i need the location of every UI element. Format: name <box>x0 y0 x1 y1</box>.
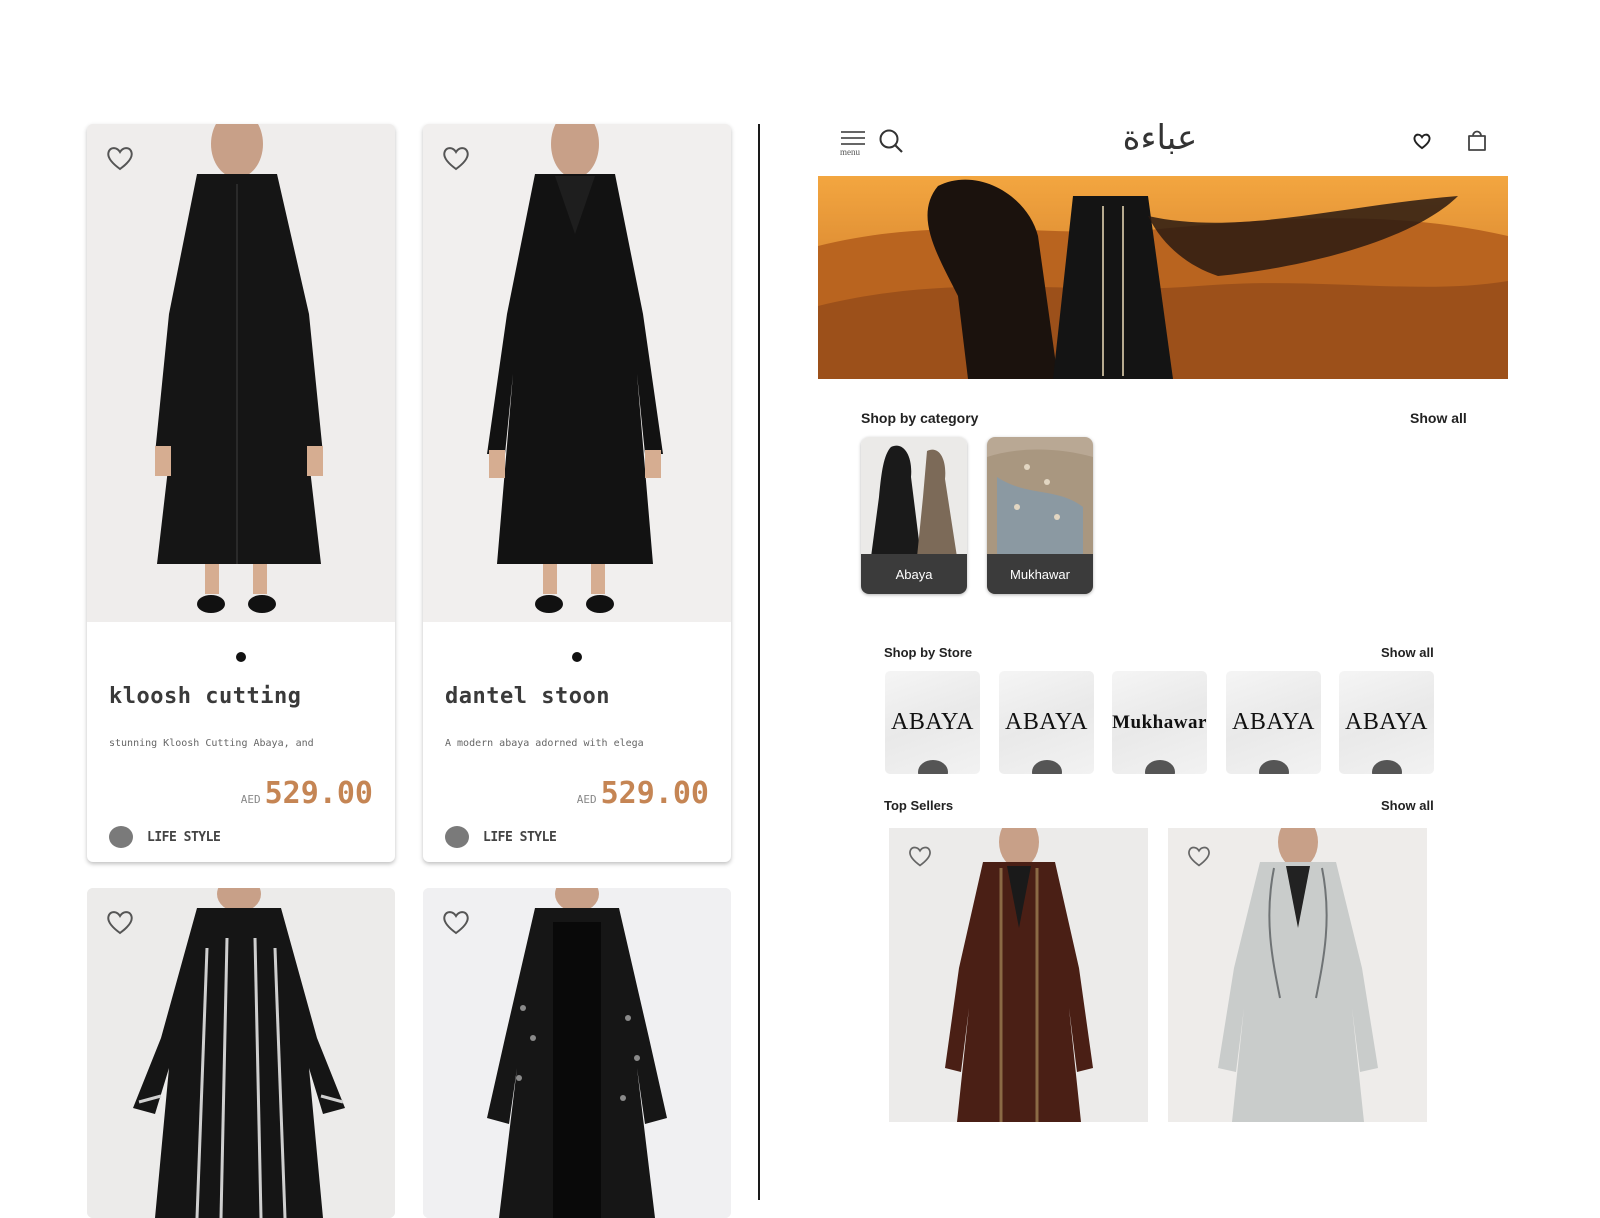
search-icon[interactable] <box>878 128 904 154</box>
store-tile-label: Mukhawar <box>1112 711 1207 733</box>
store-badge <box>1371 760 1402 774</box>
product-image[interactable] <box>87 888 395 1218</box>
store-name: LIFE STYLE <box>147 829 221 845</box>
hamburger-icon <box>841 131 865 145</box>
store-badge <box>1144 760 1175 774</box>
product-description: A modern abaya adorned with elega <box>445 738 644 749</box>
heart-icon[interactable] <box>441 908 471 936</box>
abaya-photo <box>423 888 731 1218</box>
currency: AED <box>576 793 597 806</box>
product-image[interactable] <box>423 888 731 1218</box>
shopping-bag-icon[interactable] <box>1466 128 1488 152</box>
store-tile[interactable]: Mukhawar <box>1112 671 1207 774</box>
heart-icon[interactable] <box>441 144 471 172</box>
abaya-photo <box>87 888 395 1218</box>
abaya-photo <box>87 124 395 622</box>
product-card[interactable] <box>87 888 395 1218</box>
store-tile-label: ABAYA <box>1345 709 1428 735</box>
heart-icon[interactable] <box>105 144 135 172</box>
show-all-categories[interactable]: Show all <box>1410 410 1467 426</box>
top-seller-card[interactable] <box>1168 828 1427 1122</box>
top-seller-image <box>1168 828 1427 1122</box>
product-card[interactable]: kloosh cutting stunning Kloosh Cutting A… <box>87 124 395 862</box>
product-card[interactable] <box>423 888 731 1218</box>
store-info[interactable]: LIFE STYLE <box>445 826 557 848</box>
abaya-photo <box>423 124 731 622</box>
store-tile[interactable]: ABAYA <box>999 671 1094 774</box>
product-card[interactable]: dantel stoon A modern abaya adorned with… <box>423 124 731 862</box>
product-price: AED 529.00 <box>577 776 709 811</box>
product-image[interactable] <box>423 124 731 622</box>
section-title-stores: Shop by Store <box>884 645 973 660</box>
store-badge <box>1258 760 1289 774</box>
store-tile[interactable]: ABAYA <box>885 671 980 774</box>
heart-icon[interactable] <box>907 844 933 868</box>
section-title-categories: Shop by category <box>861 410 979 426</box>
store-tile-label: ABAYA <box>1232 709 1315 735</box>
menu-label: menu <box>840 147 860 157</box>
store-info[interactable]: LIFE STYLE <box>109 826 221 848</box>
store-badge <box>1031 760 1062 774</box>
menu-button[interactable]: menu <box>840 130 866 157</box>
hero-image <box>818 176 1508 379</box>
brand-logo[interactable]: عباءة <box>1100 118 1220 158</box>
category-card-mukhawar[interactable]: Mukhawar <box>987 437 1093 594</box>
panel-divider <box>758 124 760 1200</box>
store-logo <box>109 826 133 848</box>
top-seller-card[interactable] <box>889 828 1148 1122</box>
hero-banner[interactable] <box>818 176 1508 379</box>
heart-icon[interactable] <box>1186 844 1212 868</box>
show-all-stores[interactable]: Show all <box>1381 645 1434 660</box>
product-image[interactable] <box>87 124 395 622</box>
store-logo <box>445 826 469 848</box>
store-badge <box>917 760 948 774</box>
category-label: Mukhawar <box>987 554 1093 594</box>
show-all-top-sellers[interactable]: Show all <box>1381 798 1434 813</box>
product-name[interactable]: dantel stoon <box>445 684 610 709</box>
carousel-dot[interactable] <box>572 652 582 662</box>
section-title-top-sellers: Top Sellers <box>884 798 954 813</box>
store-tile[interactable]: ABAYA <box>1226 671 1321 774</box>
currency: AED <box>240 793 261 806</box>
price-value: 529.00 <box>600 776 709 811</box>
product-name[interactable]: kloosh cutting <box>109 684 301 709</box>
store-name: LIFE STYLE <box>483 829 557 845</box>
store-tile-label: ABAYA <box>1005 709 1088 735</box>
top-seller-image <box>889 828 1148 1122</box>
category-card-abaya[interactable]: Abaya <box>861 437 967 594</box>
category-label: Abaya <box>861 554 967 594</box>
store-tile[interactable]: ABAYA <box>1339 671 1434 774</box>
heart-icon[interactable] <box>105 908 135 936</box>
product-price: AED 529.00 <box>241 776 373 811</box>
store-tile-label: ABAYA <box>891 709 974 735</box>
product-description: stunning Kloosh Cutting Abaya, and <box>109 738 314 749</box>
price-value: 529.00 <box>264 776 373 811</box>
carousel-dot[interactable] <box>236 652 246 662</box>
wishlist-heart-icon[interactable] <box>1412 132 1432 150</box>
